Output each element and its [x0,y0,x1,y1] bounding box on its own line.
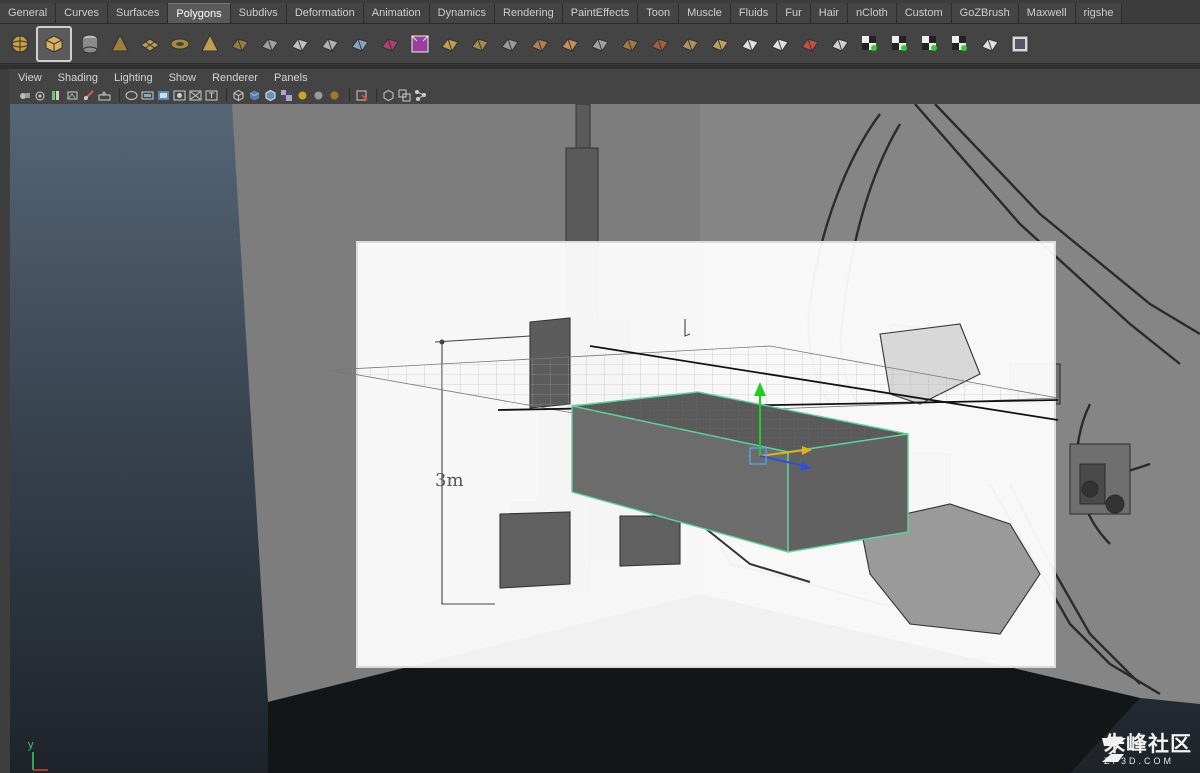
panel-toolbar [10,86,1200,104]
bevel-icon[interactable] [616,29,644,59]
default-light-icon[interactable] [328,89,341,102]
auto-mapping-icon[interactable] [946,29,974,59]
cylindrical-mapping-icon[interactable] [886,29,914,59]
shelf-tab-fur[interactable]: Fur [777,3,811,23]
panel-menu-shading[interactable]: Shading [50,72,106,84]
wedge-icon[interactable] [676,29,704,59]
shelf-tab-deformation[interactable]: Deformation [286,3,364,23]
shelf-tab-maxwell[interactable]: Maxwell [1018,3,1076,23]
shelf-tab-general[interactable]: General [0,3,57,23]
safe-title-icon[interactable] [205,89,218,102]
camera-attributes-icon[interactable] [34,89,47,102]
axis-y-label: y [28,739,34,751]
extrude-face-icon[interactable] [436,29,464,59]
insert-edge-loop-icon[interactable] [556,29,584,59]
shelf-tab-fluids[interactable]: Fluids [730,3,778,23]
image-plane-icon[interactable] [66,89,79,102]
merge-icon[interactable] [646,29,674,59]
panel-menu-view[interactable]: View [10,72,50,84]
shelf-tab-gozbrush[interactable]: GoZBrush [951,3,1019,23]
wireframe-icon[interactable] [232,89,245,102]
checker-texture-icon[interactable] [1006,29,1034,59]
poly-pipe-icon[interactable] [226,29,254,59]
sculpt-geometry-icon[interactable] [826,29,854,59]
safe-action-icon[interactable] [189,89,202,102]
panel-menu-bar: View Shading Lighting Show Renderer Panels [10,69,1200,86]
shelf-tab-rigshe[interactable]: rigshe [1075,3,1123,23]
uv-editor-icon[interactable] [976,29,1004,59]
grease-pencil-icon[interactable] [98,89,111,102]
toolbar-separator [226,88,227,102]
wireframe-on-shaded-icon[interactable] [264,89,277,102]
shelf-tab-hair[interactable]: Hair [810,3,848,23]
dimension-label: 3m [435,470,464,491]
select-camera-icon[interactable] [18,89,31,102]
poly-pyramid-icon[interactable] [196,29,224,59]
toolbar-separator [119,88,120,102]
site-watermark: 朱峰社区 ZF3D.COM [1100,734,1192,767]
toolbar-separator [349,88,350,102]
shelf-tab-curves[interactable]: Curves [56,3,108,23]
panel-menu-renderer[interactable]: Renderer [204,72,266,84]
shelf-tab-painteffects[interactable]: PaintEffects [562,3,639,23]
spherical-mapping-icon[interactable] [916,29,944,59]
use-all-lights-icon[interactable] [296,89,309,102]
separate-icon[interactable] [316,29,344,59]
poly-torus-icon[interactable] [166,29,194,59]
smooth-shade-icon[interactable] [248,89,261,102]
xray-joints-icon[interactable] [398,89,411,102]
xray-active-components-icon[interactable] [414,89,427,102]
gate-mask-icon[interactable] [157,89,170,102]
poly-cube-icon[interactable] [36,25,72,62]
bridge-icon[interactable] [496,29,524,59]
poly-sphere-icon[interactable] [6,29,34,59]
zf3d-logo-icon [1102,738,1126,762]
planar-mapping-icon[interactable] [856,29,884,59]
shelf-tab-muscle[interactable]: Muscle [679,3,731,23]
shelf-tab-rendering[interactable]: Rendering [494,3,563,23]
poke-icon[interactable] [706,29,734,59]
shelf-tab-surfaces[interactable]: Surfaces [107,3,169,23]
smooth-icon[interactable] [376,29,404,59]
perspective-viewport[interactable]: 3m y 朱峰社区 ZF3D.COM [10,104,1200,773]
textured-icon[interactable] [280,89,293,102]
panel-menu-panels[interactable]: Panels [266,72,316,84]
triangulate-icon[interactable] [736,29,764,59]
xray-icon[interactable] [382,89,395,102]
shelf-tab-toon[interactable]: Toon [638,3,680,23]
shelf-tab-subdivs[interactable]: Subdivs [230,3,287,23]
polygons-shelf [0,24,1200,64]
panel-menu-show[interactable]: Show [161,72,205,84]
extract-icon[interactable] [346,29,374,59]
poly-cone-icon[interactable] [106,29,134,59]
poly-helix-icon[interactable] [256,29,284,59]
shelf-tab-polygons[interactable]: Polygons [168,3,231,23]
quadrangulate-icon[interactable] [766,29,794,59]
shelf-tab-animation[interactable]: Animation [363,3,430,23]
bookmark-icon[interactable] [50,89,63,102]
poly-plane-icon[interactable] [136,29,164,59]
isolate-select-icon[interactable] [355,89,368,102]
shelf-tab-custom[interactable]: Custom [896,3,952,23]
poly-cylinder-icon[interactable] [76,29,104,59]
film-gate-icon[interactable] [125,89,138,102]
toolbar-separator [376,88,377,102]
2d-pan-zoom-icon[interactable] [82,89,95,102]
extrude-edge-icon[interactable] [466,29,494,59]
resolution-gate-icon[interactable] [141,89,154,102]
mirror-geometry-icon[interactable] [796,29,824,59]
combine-icon[interactable] [286,29,314,59]
shelf-tab-dynamics[interactable]: Dynamics [429,3,495,23]
panel-menu-lighting[interactable]: Lighting [106,72,161,84]
offset-edge-loop-icon[interactable] [586,29,614,59]
shadows-icon[interactable] [312,89,325,102]
boolean-icon[interactable] [406,29,434,59]
shelf-tab-bar: General Curves Surfaces Polygons Subdivs Defo… [0,0,1200,24]
viewport-scene [232,104,1200,773]
shelf-tab-ncloth[interactable]: nCloth [847,3,897,23]
field-chart-icon[interactable] [173,89,186,102]
split-polygon-icon[interactable] [526,29,554,59]
